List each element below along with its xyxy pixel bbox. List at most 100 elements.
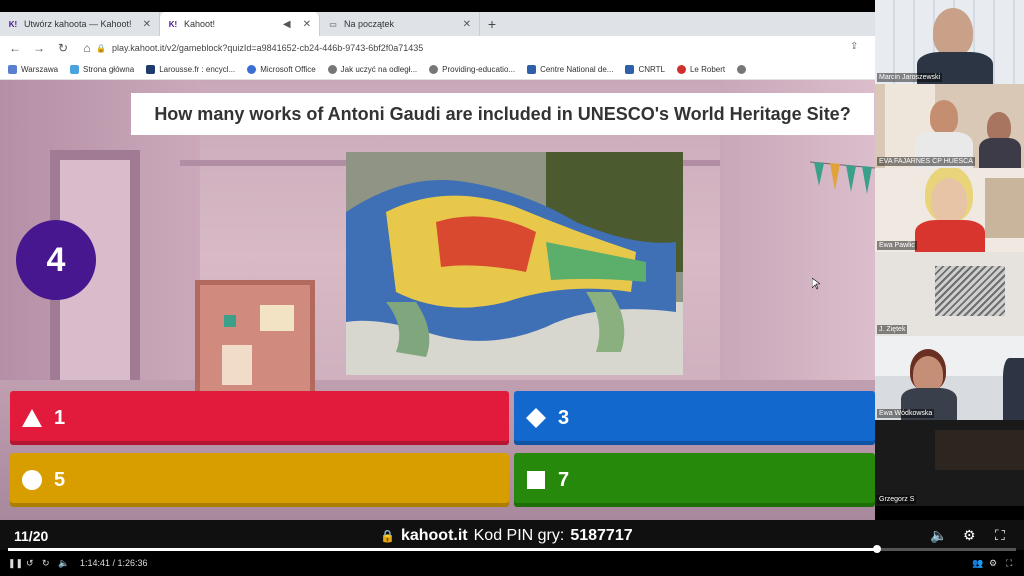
close-icon[interactable]: ✕ (303, 19, 311, 30)
video-progress-bar[interactable] (8, 545, 1016, 553)
participant-tile: Ewa Pawlic (875, 168, 1024, 252)
tab-create-kahoot[interactable]: K! Utwórz kahoota — Kahoot! ✕ (0, 12, 160, 36)
participant-face (930, 100, 958, 134)
site-name: kahoot.it (400, 527, 468, 544)
window-blinds (935, 266, 1005, 316)
participant-face (931, 178, 967, 222)
settings-gear-icon[interactable]: ⚙ (989, 558, 997, 569)
bookmark-icon (146, 65, 156, 74)
people-icon[interactable]: 👥 (972, 558, 983, 569)
pause-icon[interactable]: ❚❚ (8, 558, 23, 569)
close-icon[interactable]: ✕ (463, 19, 471, 30)
kahoot-favicon-icon: K! (8, 19, 18, 29)
progress-fill (8, 548, 877, 551)
new-tab-button[interactable]: + (480, 12, 504, 36)
tab-title: Utwórz kahoota — Kahoot! (24, 19, 132, 29)
question-text: How many works of Antoni Gaudi are inclu… (131, 93, 874, 135)
tab-title: Na początek (344, 19, 395, 29)
game-pin: 5187717 (570, 527, 633, 544)
participant-body (979, 138, 1021, 168)
game-pin-info: 🔒 kahoot.it Kod PIN gry: 5187717 (380, 527, 633, 545)
progress-knob[interactable] (872, 545, 881, 553)
participant-tile: Ewa Wódkowska (875, 336, 1024, 420)
screen: K! Utwórz kahoota — Kahoot! ✕ K! Kahoot!… (0, 0, 1024, 576)
bookmark[interactable]: Larousse.fr : encycl... (146, 65, 235, 74)
tab-getting-started[interactable]: ▭ Na początek ✕ (320, 12, 480, 36)
kahoot-favicon-icon: K! (168, 19, 178, 29)
lock-icon: 🔒 (380, 529, 395, 543)
participant-name: Marcin Jaroszewski (877, 73, 943, 82)
participant-face (913, 356, 943, 392)
question-image-gaudi-dragon (346, 152, 683, 375)
answer-label: 5 (54, 468, 66, 491)
lock-icon: 🔒 (96, 43, 106, 53)
pin-label: Kod PIN gry: (473, 527, 565, 544)
triangle-icon (22, 408, 42, 428)
fullscreen-icon[interactable]: ⛶ (1006, 558, 1012, 569)
forward-10-icon[interactable]: ↻ (42, 558, 50, 569)
video-controls-bar (0, 553, 1024, 576)
bookmark-icon (527, 65, 537, 74)
bookmark[interactable]: Centre National de... (527, 65, 613, 74)
question-counter: 11/20 (14, 528, 49, 544)
participant-name: EVA FAJARNES CP HUESCA (877, 157, 975, 166)
answer-button-red[interactable]: 1 (10, 391, 509, 445)
circle-icon (22, 470, 42, 490)
countdown-timer: 4 (16, 220, 96, 300)
participant-name: Ewa Wódkowska (877, 409, 935, 418)
bookmark[interactable] (737, 65, 747, 74)
participant-tile: Marcin Jaroszewski (875, 0, 1024, 84)
participant-name: J. Ziętek (877, 325, 908, 334)
answer-label: 3 (558, 406, 570, 429)
globe-icon (737, 65, 747, 74)
bookmark[interactable]: CNRTL (625, 65, 665, 74)
volume-icon[interactable]: 🔈 (930, 527, 947, 544)
fullscreen-icon[interactable]: ⛶ (995, 527, 1005, 544)
globe-icon (327, 65, 337, 74)
tab-bar: K! Utwórz kahoota — Kahoot! ✕ K! Kahoot!… (0, 12, 875, 36)
bookmark[interactable]: Microsoft Office (247, 65, 316, 74)
answer-button-green[interactable]: 7 (514, 453, 875, 507)
square-icon (526, 470, 546, 490)
page-icon: ▭ (329, 19, 337, 29)
participant-body (915, 220, 985, 252)
settings-gear-icon[interactable]: ⚙ (963, 527, 976, 544)
answer-button-yellow[interactable]: 5 (10, 453, 509, 507)
answer-label: 1 (54, 406, 66, 429)
kahoot-game-area: How many works of Antoni Gaudi are inclu… (0, 80, 875, 520)
bookmark[interactable]: Jak uczyć na odległ... (327, 65, 417, 74)
bookmark-icon (676, 65, 686, 74)
home-icon[interactable]: ⌂ (80, 41, 94, 55)
volume-icon[interactable]: 🔈 (58, 558, 69, 569)
bookmark-icon (625, 65, 635, 74)
back-icon[interactable]: ← (8, 41, 22, 55)
globe-icon (429, 65, 439, 74)
bookmark-icon (247, 65, 257, 74)
bunting-decoration (810, 161, 875, 194)
mouse-cursor-icon (812, 278, 820, 290)
bookmark[interactable]: Le Robert (676, 65, 725, 74)
close-icon[interactable]: ✕ (143, 19, 151, 30)
rewind-10-icon[interactable]: ↺ (26, 558, 34, 569)
participant-tile: Grzegorz S (875, 420, 1024, 506)
answer-button-blue[interactable]: 3 (514, 391, 875, 445)
top-strip (0, 0, 875, 12)
url-field[interactable]: 🔒 play.kahoot.it/v2/gameblock?quizId=a98… (96, 40, 836, 56)
diamond-icon (526, 408, 546, 428)
bookmark[interactable]: Strona główna (70, 65, 134, 74)
reload-icon[interactable]: ↻ (56, 41, 70, 55)
bookmark-icon (8, 65, 17, 74)
participant-name: Ewa Pawlic (877, 241, 917, 250)
tab-kahoot[interactable]: K! Kahoot! ◀ ✕ (160, 12, 320, 36)
participant-tile: J. Ziętek (875, 252, 1024, 336)
participant-body (1003, 358, 1024, 420)
video-time: 1:14:41 / 1:26:36 (80, 558, 148, 568)
url-text: play.kahoot.it/v2/gameblock?quizId=a9841… (111, 43, 424, 53)
speaker-icon[interactable]: ◀ (283, 19, 291, 30)
participant-tile: EVA FAJARNES CP HUESCA (875, 84, 1024, 168)
bookmark[interactable]: Providing-educatio... (429, 65, 515, 74)
forward-icon[interactable]: → (32, 41, 46, 55)
bookmark[interactable]: Warszawa (8, 65, 58, 74)
share-icon[interactable]: ⇪ (850, 41, 858, 52)
participant-name: Grzegorz S (877, 495, 917, 504)
